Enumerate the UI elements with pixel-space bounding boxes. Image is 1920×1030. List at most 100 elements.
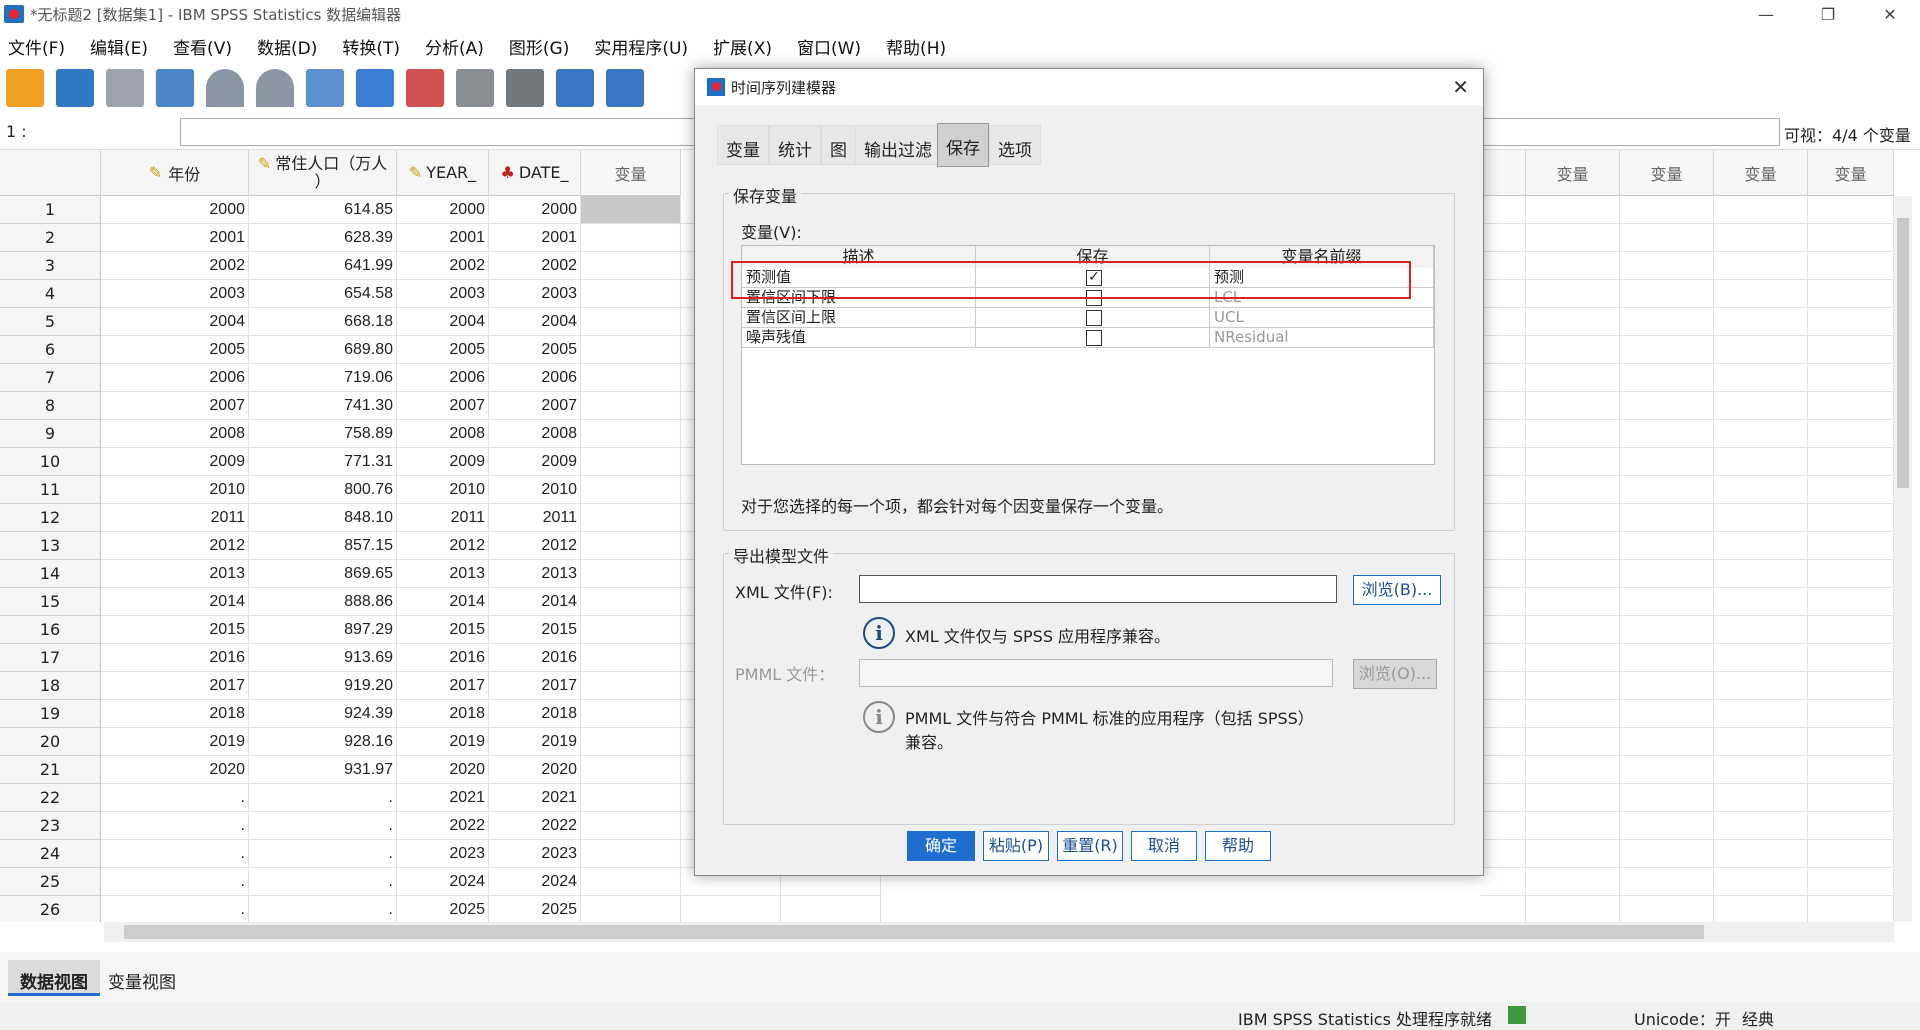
data-cell[interactable]: 2020 [489, 756, 581, 784]
data-cell[interactable]: 719.06 [249, 364, 397, 392]
data-cell[interactable]: 2008 [397, 420, 489, 448]
save-checkbox[interactable] [1086, 310, 1102, 326]
empty-cell[interactable] [1808, 756, 1894, 784]
empty-cell[interactable] [1714, 840, 1808, 868]
save-checkbox[interactable] [1086, 330, 1102, 346]
empty-cell[interactable] [1526, 364, 1620, 392]
row-header[interactable]: 8 [0, 392, 101, 420]
data-cell[interactable]: 2000 [489, 196, 581, 224]
data-cell[interactable]: 857.15 [249, 532, 397, 560]
data-cell[interactable]: 2008 [489, 420, 581, 448]
empty-cell[interactable] [1480, 448, 1526, 476]
empty-cell[interactable] [581, 364, 681, 392]
empty-cell[interactable] [581, 868, 681, 896]
col-header-date-underscore[interactable]: ♣ DATE_ [489, 150, 581, 196]
data-cell[interactable]: 869.65 [249, 560, 397, 588]
empty-cell[interactable] [581, 476, 681, 504]
data-cell[interactable]: 2006 [101, 364, 249, 392]
empty-cell[interactable] [1526, 476, 1620, 504]
data-cell[interactable]: 2011 [489, 504, 581, 532]
data-cell[interactable]: 2022 [489, 812, 581, 840]
empty-cell[interactable] [1526, 252, 1620, 280]
empty-cell[interactable] [1620, 280, 1714, 308]
empty-cell[interactable] [1714, 560, 1808, 588]
data-cell[interactable]: 2018 [397, 700, 489, 728]
empty-cell[interactable] [581, 812, 681, 840]
empty-cell[interactable] [1526, 196, 1620, 224]
empty-cell[interactable] [1714, 868, 1808, 896]
data-cell[interactable]: 2014 [101, 588, 249, 616]
data-cell[interactable]: 2008 [101, 420, 249, 448]
data-cell[interactable]: 2004 [397, 308, 489, 336]
tab-save[interactable]: 保存 [937, 123, 989, 167]
empty-cell[interactable] [1480, 896, 1526, 922]
empty-cell[interactable] [1526, 420, 1620, 448]
empty-cell[interactable] [1808, 896, 1894, 922]
empty-cell[interactable] [581, 560, 681, 588]
empty-cell[interactable] [1480, 420, 1526, 448]
data-cell[interactable]: 2005 [397, 336, 489, 364]
data-cell[interactable]: 2025 [489, 896, 581, 922]
empty-cell[interactable] [1808, 672, 1894, 700]
row-header[interactable]: 15 [0, 588, 101, 616]
data-cell[interactable]: . [101, 840, 249, 868]
data-cell[interactable]: 2012 [397, 532, 489, 560]
empty-cell[interactable] [1714, 700, 1808, 728]
menu-data[interactable]: 数据(D) [257, 34, 317, 59]
empty-cell[interactable] [781, 896, 881, 922]
row-header[interactable]: 26 [0, 896, 101, 922]
empty-cell[interactable] [1808, 812, 1894, 840]
data-cell[interactable]: 2002 [101, 252, 249, 280]
col-header-var[interactable]: 变量 [1714, 150, 1808, 196]
data-cell[interactable]: 928.16 [249, 728, 397, 756]
data-cell[interactable]: 2001 [397, 224, 489, 252]
row-prefix-field[interactable]: NResidual [1210, 328, 1434, 347]
empty-cell[interactable] [1526, 616, 1620, 644]
paste-button[interactable]: 粘贴(P) [983, 831, 1049, 861]
empty-cell[interactable] [1526, 868, 1620, 896]
data-cell[interactable]: 2010 [489, 476, 581, 504]
empty-cell[interactable] [1526, 728, 1620, 756]
empty-cell[interactable] [1808, 252, 1894, 280]
empty-cell[interactable] [1526, 588, 1620, 616]
empty-cell[interactable] [1526, 700, 1620, 728]
horizontal-scroll-thumb[interactable] [124, 925, 1704, 939]
data-cell[interactable]: 2019 [397, 728, 489, 756]
data-cell[interactable]: 800.76 [249, 476, 397, 504]
data-cell[interactable]: . [249, 812, 397, 840]
row-header[interactable]: 13 [0, 532, 101, 560]
row-header[interactable]: 14 [0, 560, 101, 588]
empty-cell[interactable] [1480, 308, 1526, 336]
data-cell[interactable]: 2021 [489, 784, 581, 812]
minimize-button[interactable]: — [1736, 0, 1796, 28]
row-header[interactable]: 19 [0, 700, 101, 728]
cancel-button[interactable]: 取消 [1131, 831, 1197, 861]
empty-cell[interactable] [1526, 532, 1620, 560]
data-cell[interactable]: 2017 [397, 672, 489, 700]
data-cell[interactable]: 2020 [397, 756, 489, 784]
menu-window[interactable]: 窗口(W) [797, 34, 861, 59]
empty-cell[interactable] [1808, 700, 1894, 728]
empty-cell[interactable] [1808, 476, 1894, 504]
empty-cell[interactable] [1526, 644, 1620, 672]
data-cell[interactable]: . [101, 812, 249, 840]
data-cell[interactable]: 2007 [489, 392, 581, 420]
col-header-year-underscore[interactable]: ✎ YEAR_ [397, 150, 489, 196]
data-cell[interactable]: . [101, 784, 249, 812]
col-header-var[interactable]: 变量 [1620, 150, 1714, 196]
data-cell[interactable]: 2009 [397, 448, 489, 476]
empty-cell[interactable] [1808, 308, 1894, 336]
empty-cell[interactable] [1808, 224, 1894, 252]
data-cell[interactable]: 2007 [101, 392, 249, 420]
row-header[interactable]: 20 [0, 728, 101, 756]
empty-cell[interactable] [1620, 364, 1714, 392]
data-cell[interactable]: 2014 [397, 588, 489, 616]
data-cell[interactable]: 924.39 [249, 700, 397, 728]
data-cell[interactable]: 2017 [101, 672, 249, 700]
empty-cell[interactable] [1526, 812, 1620, 840]
empty-cell[interactable] [1714, 532, 1808, 560]
row-header[interactable]: 4 [0, 280, 101, 308]
run-descriptive-icon[interactable] [456, 69, 494, 107]
data-cell[interactable]: 2009 [101, 448, 249, 476]
empty-cell[interactable] [1620, 896, 1714, 922]
